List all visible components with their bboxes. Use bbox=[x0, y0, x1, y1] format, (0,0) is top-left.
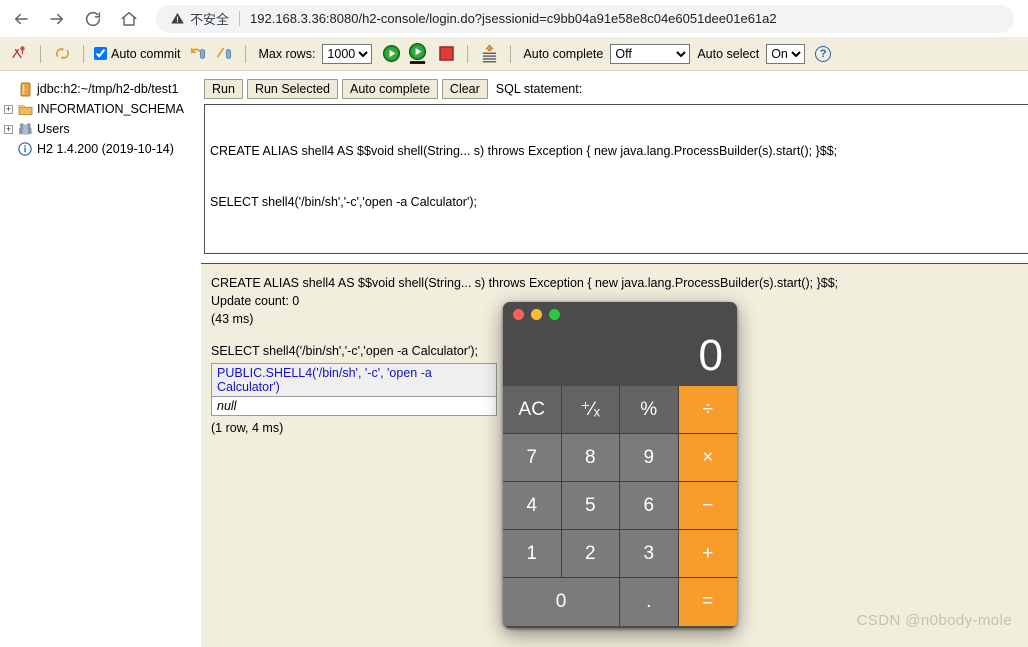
calc-key-8[interactable]: 8 bbox=[561, 434, 620, 482]
calc-key-1[interactable]: 1 bbox=[503, 530, 562, 578]
auto-complete-select[interactable]: OffNormalFull bbox=[610, 43, 691, 64]
result-statement-1: CREATE ALIAS shell4 AS $$void shell(Stri… bbox=[211, 276, 839, 290]
refresh-icon[interactable] bbox=[52, 44, 72, 64]
stop-icon[interactable] bbox=[436, 44, 456, 64]
forward-icon[interactable] bbox=[42, 4, 72, 34]
sql-line-2: SELECT shell4('/bin/sh','-c','open -a Ca… bbox=[210, 195, 477, 209]
toolbar-separator bbox=[40, 44, 41, 63]
tree-item-version: H2 1.4.200 (2019-10-14) bbox=[4, 140, 200, 158]
table-column-header[interactable]: PUBLIC.SHELL4('/bin/sh', '-c', 'open -a … bbox=[211, 363, 497, 397]
auto-commit-checkbox[interactable] bbox=[94, 47, 107, 60]
auto-complete-button[interactable]: Auto complete bbox=[342, 79, 438, 99]
table-header-row: PUBLIC.SHELL4('/bin/sh', '-c', 'open -a … bbox=[211, 363, 497, 397]
tree-item-label: jdbc:h2:~/tmp/h2-db/test1 bbox=[37, 82, 179, 96]
sql-line-1: CREATE ALIAS shell4 AS $$void shell(Stri… bbox=[210, 144, 838, 158]
toolbar-separator bbox=[467, 44, 469, 63]
calc-key-9[interactable]: 9 bbox=[620, 434, 679, 482]
run-selected-icon[interactable] bbox=[407, 43, 427, 64]
calc-key-5[interactable]: 5 bbox=[561, 482, 620, 530]
autocomplete-list-icon[interactable] bbox=[479, 44, 499, 64]
reload-icon[interactable] bbox=[78, 4, 108, 34]
warning-triangle-icon bbox=[171, 12, 184, 24]
run-selected-button[interactable]: Run Selected bbox=[246, 79, 338, 99]
info-icon bbox=[17, 141, 33, 157]
calc-key-[interactable]: ⁺⁄ₓ bbox=[561, 386, 620, 434]
sql-input[interactable]: CREATE ALIAS shell4 AS $$void shell(Stri… bbox=[204, 104, 1028, 254]
database-icon bbox=[17, 81, 33, 97]
close-button[interactable] bbox=[513, 308, 524, 320]
calc-key-2[interactable]: 2 bbox=[561, 530, 620, 578]
tree-item-information-schema[interactable]: + INFORMATION_SCHEMA bbox=[4, 100, 200, 118]
database-tree-panel: jdbc:h2:~/tmp/h2-db/test1 + INFORMATION_… bbox=[0, 72, 200, 647]
calc-key-6[interactable]: 6 bbox=[620, 482, 679, 530]
calc-key-[interactable]: × bbox=[678, 434, 737, 482]
tree-item-label: H2 1.4.200 (2019-10-14) bbox=[37, 142, 174, 156]
calc-key-[interactable]: ÷ bbox=[678, 386, 737, 434]
max-rows-label: Max rows: bbox=[258, 46, 316, 61]
auto-commit-label: Auto commit bbox=[111, 46, 181, 61]
calc-key-7[interactable]: 7 bbox=[503, 434, 562, 482]
sql-statement-label: SQL statement: bbox=[495, 82, 583, 96]
tree-item-users[interactable]: + Users bbox=[4, 120, 200, 138]
toolbar-separator bbox=[83, 44, 84, 63]
table-row: null bbox=[211, 396, 497, 416]
calc-key-AC[interactable]: AC bbox=[503, 386, 562, 434]
auto-complete-label: Auto complete bbox=[523, 46, 604, 61]
max-rows-select[interactable]: 1000100100 bbox=[322, 43, 373, 64]
commit-icon[interactable] bbox=[188, 44, 208, 64]
toolbar-separator bbox=[510, 44, 512, 63]
table-cell: null bbox=[211, 396, 497, 416]
calc-key-0[interactable]: 0 bbox=[503, 578, 620, 626]
disconnect-icon[interactable] bbox=[9, 44, 29, 64]
tree-item-label: INFORMATION_SCHEMA bbox=[37, 102, 184, 116]
sql-button-row: Run Run Selected Auto complete Clear SQL… bbox=[201, 72, 1028, 102]
maximize-button[interactable] bbox=[549, 308, 560, 320]
sql-editor-area: Run Run Selected Auto complete Clear SQL… bbox=[201, 72, 1028, 260]
calc-key-4[interactable]: 4 bbox=[503, 482, 562, 530]
browser-toolbar: 不安全 192.168.3.36:8080/h2-console/login.d… bbox=[0, 0, 1028, 37]
auto-commit-toggle[interactable]: Auto commit bbox=[94, 47, 180, 61]
calc-key-[interactable]: = bbox=[678, 578, 737, 626]
calc-key-[interactable]: . bbox=[620, 578, 679, 626]
security-warning[interactable]: 不安全 bbox=[170, 9, 229, 28]
calc-key-[interactable]: % bbox=[620, 386, 679, 434]
tree-item-connection[interactable]: jdbc:h2:~/tmp/h2-db/test1 bbox=[4, 80, 200, 98]
calc-key-[interactable]: + bbox=[678, 530, 737, 578]
omnibox-divider bbox=[239, 11, 241, 26]
run-icon[interactable] bbox=[381, 44, 401, 64]
help-icon[interactable]: ? bbox=[815, 45, 832, 62]
folder-icon bbox=[17, 101, 33, 117]
auto-select-label: Auto select bbox=[697, 46, 760, 61]
calculator-window[interactable]: 0 AC ⁺⁄ₓ% ÷ 7 8 9 × 4 5 6− 1 2 3 +0. = bbox=[503, 302, 737, 628]
back-icon[interactable] bbox=[6, 4, 36, 34]
home-icon[interactable] bbox=[114, 4, 144, 34]
rollback-icon[interactable] bbox=[214, 44, 234, 64]
minimize-button[interactable] bbox=[531, 308, 542, 320]
calculator-titlebar[interactable] bbox=[503, 302, 737, 326]
expand-icon[interactable]: + bbox=[4, 104, 13, 114]
calculator-display: 0 bbox=[698, 331, 723, 380]
result-table: PUBLIC.SHELL4('/bin/sh', '-c', 'open -a … bbox=[211, 363, 497, 416]
panel-divider[interactable] bbox=[199, 72, 200, 647]
clear-button[interactable]: Clear bbox=[441, 79, 488, 99]
calc-key-[interactable]: − bbox=[678, 482, 737, 530]
address-bar[interactable]: 不安全 192.168.3.36:8080/h2-console/login.d… bbox=[156, 4, 1014, 33]
calculator-keypad: AC ⁺⁄ₓ% ÷ 7 8 9 × 4 5 6− 1 2 3 +0. = bbox=[503, 386, 737, 626]
toolbar-separator bbox=[245, 44, 247, 63]
url-text: 192.168.3.36:8080/h2-console/login.do?js… bbox=[250, 11, 777, 26]
users-icon bbox=[17, 121, 33, 137]
h2-console-toolbar: Auto commit Max rows: 1000100100 bbox=[0, 37, 1028, 71]
run-button[interactable]: Run bbox=[204, 79, 243, 99]
tree-item-label: Users bbox=[37, 122, 70, 136]
calc-key-3[interactable]: 3 bbox=[620, 530, 679, 578]
expand-icon[interactable]: + bbox=[4, 124, 13, 134]
security-warning-label: 不安全 bbox=[190, 12, 230, 27]
auto-select-select[interactable]: OnOff bbox=[766, 43, 806, 64]
